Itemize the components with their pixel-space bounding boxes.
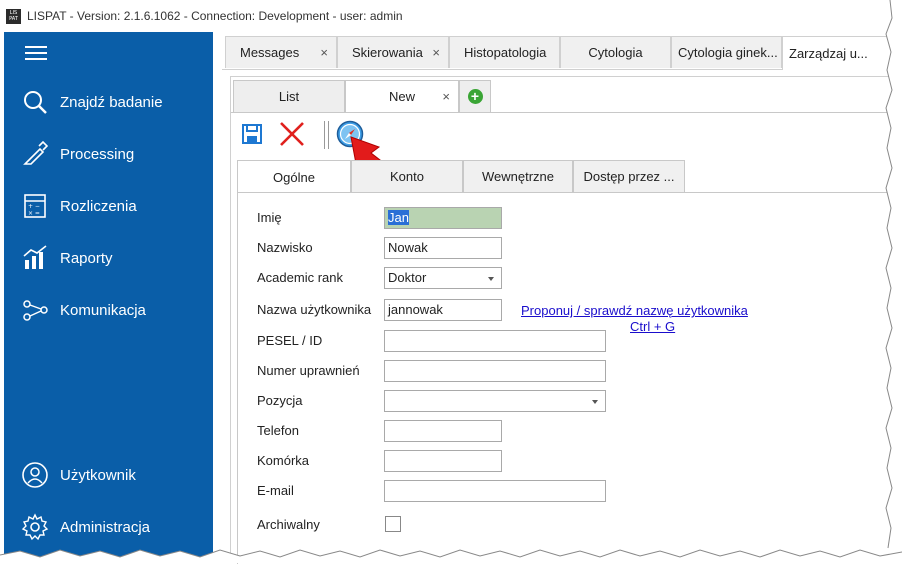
tab-histopatologia[interactable]: Histopatologia [449,36,560,68]
close-icon[interactable]: × [320,45,328,60]
komorka-field[interactable] [384,450,502,472]
svg-text:× =: × = [28,210,40,217]
torn-edge-bottom [0,549,902,563]
pesel-field[interactable] [384,330,606,352]
tab-wewnetrzne[interactable]: Wewnętrzne [463,160,573,192]
username-field[interactable]: jannowak [384,299,502,321]
add-tab-button[interactable]: + [459,80,491,112]
search-icon [21,88,49,116]
sidebar-item-label: Komunikacja [60,301,146,319]
chart-icon [21,244,49,272]
main-area: Messages × Skierowania × Histopatologia … [222,32,902,564]
sidebar-item-komunikacja[interactable]: Komunikacja [4,290,213,330]
sidebar-item-label: Processing [60,145,135,163]
plus-icon: + [467,89,483,104]
tab-new[interactable]: New × [345,80,459,112]
tab-label: Skierowania [352,45,423,60]
sidebar-item-label: Raporty [60,249,113,267]
tab-label: Wewnętrzne [481,169,554,184]
username-label: Nazwa użytkownika [257,302,372,317]
window-title: LISPAT - Version: 2.1.6.1062 - Connectio… [27,9,403,23]
tab-label: Histopatologia [464,45,547,60]
tab-label: Dostęp przez ... [583,169,675,184]
telefon-field[interactable] [384,420,502,442]
nazwisko-label: Nazwisko [257,240,313,255]
academic-rank-label: Academic rank [257,270,343,285]
tab-label: Zarządzaj u... [789,46,868,61]
suggest-shortcut-link[interactable]: Ctrl + G [630,319,675,334]
user-icon [21,461,49,489]
tab-konto[interactable]: Konto [351,160,463,192]
pozycja-label: Pozycja [257,393,303,408]
general-form: Imię Jan Nazwisko Nowak Academic rank Do… [237,193,902,564]
sidebar-item-rozliczenia[interactable]: + − × = Rozliczenia [4,186,213,226]
tab-cytologia[interactable]: Cytologia [560,36,671,68]
tab-list[interactable]: List [233,80,345,112]
tab-label: Messages [240,45,300,60]
app-logo: LIS PAT [6,8,21,24]
sidebar-item-raporty[interactable]: Raporty [4,238,213,278]
tab-label: List [278,89,300,104]
document-tabs: Messages × Skierowania × Histopatologia … [222,36,902,70]
tab-cytologia-ginek[interactable]: Cytologia ginek... [671,36,782,68]
sidebar-item-znajdz-badanie[interactable]: Znajdź badanie [4,82,213,122]
nazwisko-field[interactable]: Nowak [384,237,502,259]
academic-rank-select[interactable]: Doktor [384,267,502,289]
imie-field[interactable]: Jan [384,207,502,229]
archiwalny-checkbox[interactable] [385,516,401,532]
telefon-label: Telefon [257,423,299,438]
share-icon [21,296,49,324]
komorka-label: Komórka [257,453,310,468]
tab-label: Ogólne [273,169,315,185]
tab-messages[interactable]: Messages × [225,36,337,68]
numer-uprawnien-label: Numer uprawnień [257,363,360,378]
tab-dostep[interactable]: Dostęp przez ... [573,160,685,192]
pipette-icon [21,140,49,168]
sidebar-item-uzytkownik[interactable]: Użytkownik [4,455,213,495]
sidebar-item-administracja[interactable]: Administracja [4,507,213,547]
gear-icon [21,513,49,541]
tab-label: Konto [390,169,424,184]
torn-edge-right [885,0,902,563]
imie-label: Imię [257,210,282,225]
pozycja-select[interactable] [384,390,606,412]
close-icon [280,122,304,146]
email-label: E-mail [257,483,294,498]
save-icon [242,124,262,144]
imie-value: Jan [388,210,409,225]
tab-label: Cytologia ginek... [678,45,778,60]
close-icon[interactable]: × [432,45,440,60]
calculator-icon: + − × = [21,192,49,220]
sidebar-item-label: Znajdź badanie [60,93,163,111]
sidebar-item-label: Rozliczenia [60,197,137,215]
svg-text:+ −: + − [28,203,40,210]
pesel-label: PESEL / ID [257,333,323,348]
tab-label: New [388,89,415,104]
suggest-username-link[interactable]: Proponuj / sprawdź nazwę użytkownika [521,303,748,318]
title-bar: LIS PAT LISPAT - Version: 2.1.6.1062 - C… [0,0,902,32]
tab-ogolne[interactable]: Ogólne [237,160,351,193]
archiwalny-label: Archiwalny [257,517,320,532]
save-button[interactable] [237,119,267,149]
email-field[interactable] [384,480,606,502]
sidebar-item-label: Użytkownik [60,466,136,484]
tab-skierowania[interactable]: Skierowania × [337,36,449,68]
sidebar: Znajdź badanie Processing + − × = Rozlicz… [4,32,213,563]
cancel-button[interactable] [277,119,307,149]
toolbar [231,113,902,190]
sidebar-item-label: Administracja [60,518,151,536]
numer-uprawnien-field[interactable] [384,360,606,382]
close-icon[interactable]: × [442,89,450,104]
hamburger-menu-icon[interactable] [25,46,47,60]
divider [328,121,329,149]
divider [324,121,325,149]
tab-label: Cytologia [588,45,643,60]
sidebar-item-processing[interactable]: Processing [4,134,213,174]
user-panel: List New × + Ogólne Konto Wewnętrzne Dos… [230,76,902,564]
